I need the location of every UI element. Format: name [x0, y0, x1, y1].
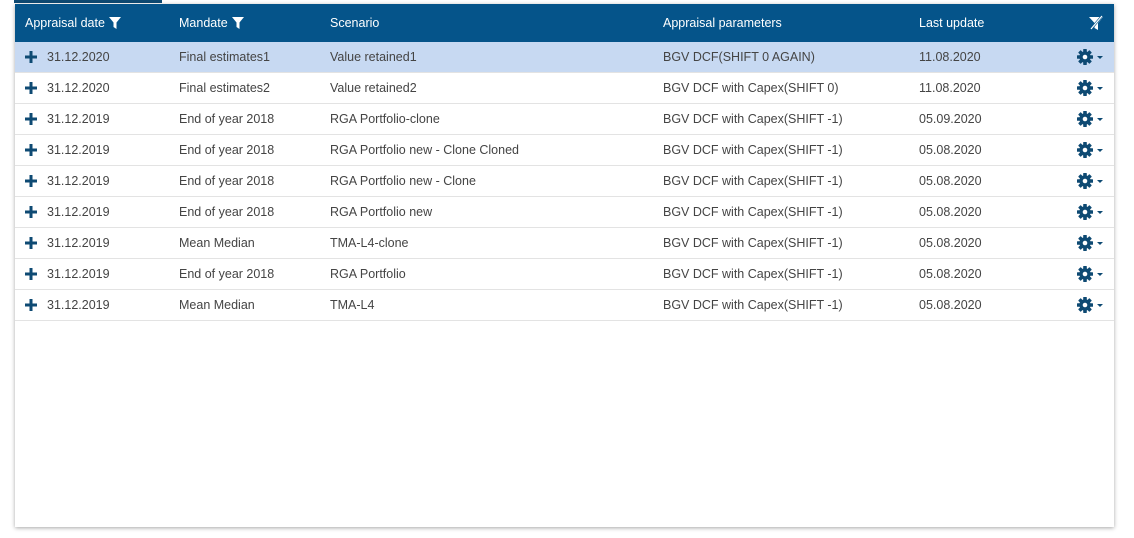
- table-row[interactable]: 31.12.2019 End of year 2018 RGA Portfoli…: [15, 135, 1114, 166]
- cell-appraisal-date: 31.12.2019: [47, 267, 110, 281]
- cell-appraisal-parameters: BGV DCF with Capex(SHIFT -1): [663, 298, 843, 312]
- table-row[interactable]: 31.12.2019 End of year 2018 RGA Portfoli…: [15, 197, 1114, 228]
- filter-icon[interactable]: [231, 17, 244, 29]
- gear-dropdown-icon[interactable]: [1076, 110, 1104, 128]
- cell-appraisal-date: 31.12.2019: [47, 205, 110, 219]
- cell-last-update: 11.08.2020: [919, 81, 981, 95]
- plus-icon[interactable]: [25, 113, 37, 125]
- gear-dropdown-icon[interactable]: [1076, 141, 1104, 159]
- plus-icon[interactable]: [25, 299, 37, 311]
- cell-last-update: 05.09.2020: [919, 112, 982, 126]
- cell-mandate: End of year 2018: [179, 112, 275, 126]
- column-header-label: Mandate: [179, 16, 228, 30]
- cell-appraisal-parameters: BGV DCF with Capex(SHIFT -1): [663, 112, 843, 126]
- cell-appraisal-parameters: BGV DCF with Capex(SHIFT -1): [663, 267, 843, 281]
- plus-icon[interactable]: [25, 51, 37, 63]
- column-header-mandate[interactable]: Mandate: [179, 4, 244, 42]
- gear-dropdown-icon[interactable]: [1076, 79, 1104, 97]
- column-header-label: Appraisal parameters: [663, 16, 782, 30]
- cell-appraisal-parameters: BGV DCF(SHIFT 0 AGAIN): [663, 50, 815, 64]
- cell-appraisal-date: 31.12.2019: [47, 143, 110, 157]
- gear-dropdown-icon[interactable]: [1076, 172, 1104, 190]
- cell-mandate: End of year 2018: [179, 174, 275, 188]
- grid-body: 31.12.2020 Final estimates1 Value retain…: [15, 42, 1114, 321]
- appraisal-grid: Appraisal date Mandate Scenario Appraisa…: [15, 4, 1114, 527]
- cell-last-update: 11.08.2020: [919, 50, 981, 64]
- cell-mandate: Mean Median: [179, 236, 255, 250]
- cell-mandate: End of year 2018: [179, 267, 275, 281]
- table-row[interactable]: 31.12.2020 Final estimates1 Value retain…: [15, 42, 1114, 73]
- cell-scenario: Value retained2: [330, 81, 417, 95]
- plus-icon[interactable]: [25, 237, 37, 249]
- column-header-scenario[interactable]: Scenario: [330, 4, 379, 42]
- cell-appraisal-date: 31.12.2020: [47, 81, 110, 95]
- cell-scenario: Value retained1: [330, 50, 417, 64]
- column-header-appraisal-parameters[interactable]: Appraisal parameters: [663, 4, 782, 42]
- cell-last-update: 05.08.2020: [919, 267, 982, 281]
- column-header-label: Appraisal date: [25, 16, 105, 30]
- cell-mandate: Final estimates1: [179, 50, 271, 64]
- cell-scenario: TMA-L4: [330, 298, 375, 312]
- cell-scenario: RGA Portfolio new - Clone: [330, 174, 476, 188]
- cell-scenario: TMA-L4-clone: [330, 236, 409, 250]
- cell-last-update: 05.08.2020: [919, 205, 982, 219]
- column-header-last-update[interactable]: Last update: [919, 4, 984, 42]
- cell-appraisal-parameters: BGV DCF with Capex(SHIFT 0): [663, 81, 839, 95]
- gear-dropdown-icon[interactable]: [1076, 265, 1104, 283]
- active-tab-indicator: [14, 0, 162, 3]
- cell-last-update: 05.08.2020: [919, 236, 982, 250]
- cell-appraisal-date: 31.12.2019: [47, 298, 110, 312]
- column-header-label: Last update: [919, 16, 985, 30]
- cell-appraisal-parameters: BGV DCF with Capex(SHIFT -1): [663, 174, 843, 188]
- cell-last-update: 05.08.2020: [919, 143, 982, 157]
- cell-appraisal-parameters: BGV DCF with Capex(SHIFT -1): [663, 205, 843, 219]
- gear-dropdown-icon[interactable]: [1076, 296, 1104, 314]
- cell-scenario: RGA Portfolio: [330, 267, 406, 281]
- cell-scenario: RGA Portfolio new: [330, 205, 433, 219]
- cell-last-update: 05.08.2020: [919, 174, 982, 188]
- table-row[interactable]: 31.12.2020 Final estimates2 Value retain…: [15, 73, 1114, 104]
- plus-icon[interactable]: [25, 268, 37, 280]
- cell-mandate: Final estimates2: [179, 81, 271, 95]
- cell-mandate: Mean Median: [179, 298, 255, 312]
- gear-dropdown-icon[interactable]: [1076, 48, 1104, 66]
- cell-appraisal-date: 31.12.2019: [47, 236, 110, 250]
- gear-dropdown-icon[interactable]: [1076, 234, 1104, 252]
- cell-scenario: RGA Portfolio new - Clone Cloned: [330, 143, 519, 157]
- table-row[interactable]: 31.12.2019 End of year 2018 RGA Portfoli…: [15, 259, 1114, 290]
- cell-mandate: End of year 2018: [179, 143, 275, 157]
- cell-appraisal-date: 31.12.2020: [47, 50, 110, 64]
- gear-dropdown-icon[interactable]: [1076, 203, 1104, 221]
- column-header-appraisal-date[interactable]: Appraisal date: [25, 4, 121, 42]
- plus-icon[interactable]: [25, 175, 37, 187]
- cell-mandate: End of year 2018: [179, 205, 275, 219]
- cell-appraisal-parameters: BGV DCF with Capex(SHIFT -1): [663, 236, 843, 250]
- cell-last-update: 05.08.2020: [919, 298, 982, 312]
- table-row[interactable]: 31.12.2019 End of year 2018 RGA Portfoli…: [15, 166, 1114, 197]
- plus-icon[interactable]: [25, 206, 37, 218]
- cell-appraisal-parameters: BGV DCF with Capex(SHIFT -1): [663, 143, 843, 157]
- filter-icon[interactable]: [108, 17, 121, 29]
- grid-header: Appraisal date Mandate Scenario Appraisa…: [15, 4, 1114, 42]
- cell-scenario: RGA Portfolio-clone: [330, 112, 440, 126]
- cell-appraisal-date: 31.12.2019: [47, 112, 110, 126]
- plus-icon[interactable]: [25, 144, 37, 156]
- clear-filter-icon[interactable]: [1088, 15, 1104, 31]
- table-row[interactable]: 31.12.2019 Mean Median TMA-L4 BGV DCF wi…: [15, 290, 1114, 321]
- cell-appraisal-date: 31.12.2019: [47, 174, 110, 188]
- plus-icon[interactable]: [25, 82, 37, 94]
- column-header-label: Scenario: [330, 16, 380, 30]
- table-row[interactable]: 31.12.2019 End of year 2018 RGA Portfoli…: [15, 104, 1114, 135]
- table-row[interactable]: 31.12.2019 Mean Median TMA-L4-clone BGV …: [15, 228, 1114, 259]
